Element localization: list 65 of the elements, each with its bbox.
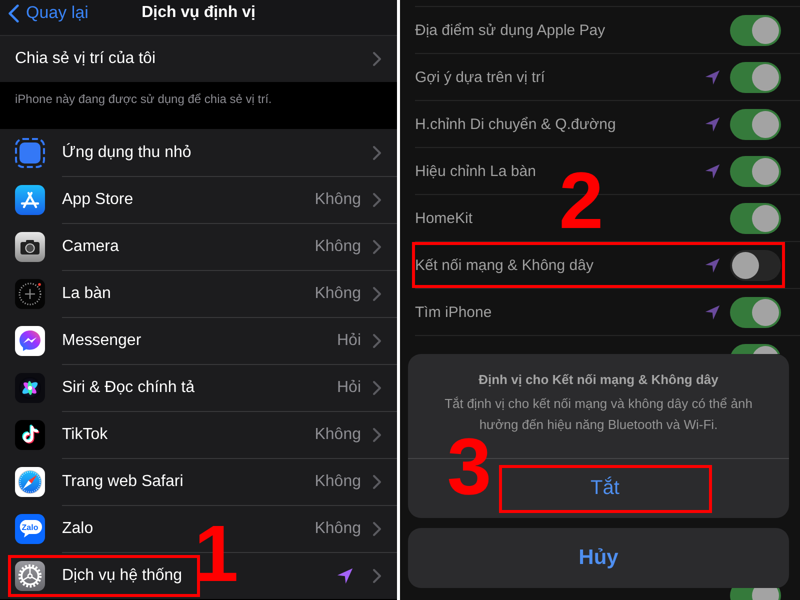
step-number: 3	[447, 438, 492, 496]
toggle-switch[interactable]	[730, 62, 781, 92]
row-label: H.chỉnh Di chuyển & Q.đường	[415, 116, 616, 132]
row-label: Địa điểm sử dụng Apple Pay	[415, 22, 606, 38]
dashed-square-icon	[15, 138, 45, 168]
step-number: 2	[559, 172, 604, 230]
permission-value: Không	[314, 284, 361, 302]
chevron-icon	[373, 146, 381, 160]
back-button[interactable]: Quay lại	[8, 3, 88, 23]
compass-needle-icon	[15, 466, 45, 496]
permission-value: Không	[314, 472, 361, 490]
toggle-switch[interactable]	[730, 202, 781, 234]
toggle-switch[interactable]	[730, 250, 781, 280]
toggle-switch[interactable]	[730, 14, 781, 46]
permission-value: Hỏi	[336, 332, 361, 350]
chevron-icon	[373, 380, 381, 394]
permission-value: Hỏi	[336, 378, 361, 396]
row-label: HomeKit	[415, 210, 473, 226]
chevron-icon	[8, 4, 19, 22]
chevron-icon	[373, 334, 381, 348]
chevron-icon	[373, 522, 381, 536]
orb-icon	[15, 372, 45, 402]
sheet-title: Định vị cho Kết nối mạng & Không dây	[478, 372, 718, 388]
chevron-icon	[373, 286, 381, 300]
row-label: Hiệu chỉnh La bàn	[415, 162, 536, 180]
chevron-icon	[373, 428, 381, 442]
permission-value: Không	[314, 426, 361, 444]
screen-title: Dịch vụ định vị	[142, 4, 256, 22]
row-label: Dịch vụ hệ thống	[62, 566, 182, 584]
camera-icon	[15, 232, 45, 262]
toggle-switch[interactable]	[730, 296, 781, 328]
row-label: Kết nối mạng & Không dây	[415, 256, 594, 274]
row-label: Ứng dụng thu nhỏ	[62, 144, 192, 162]
permission-value: Không	[314, 520, 361, 538]
row-label: La bàn	[62, 284, 111, 302]
chevron-icon	[373, 568, 381, 582]
gear-icon	[15, 560, 45, 590]
row-label: Siri & Đọc chính tả	[62, 378, 194, 396]
cancel-button[interactable]: Hủy	[408, 528, 789, 588]
chevron-icon	[373, 474, 381, 488]
chevron-icon	[373, 240, 381, 254]
chevron-icon	[373, 192, 381, 206]
letter-a-icon	[15, 184, 45, 214]
row-label: Chia sẻ vị trí của tôi	[15, 50, 156, 68]
logo-text: Zalo	[22, 522, 38, 532]
row-label: Messenger	[62, 332, 142, 350]
turn-off-button[interactable]: Tắt	[498, 464, 712, 512]
permission-value: Không	[314, 238, 361, 256]
lightning-bubble-icon	[15, 326, 45, 356]
footer-note: iPhone này đang được sử dụng để chia sẻ vị trí.	[15, 92, 272, 106]
compass-icon	[15, 278, 45, 308]
row-label: TikTok	[62, 426, 108, 444]
row-label: App Store	[62, 190, 134, 208]
permission-value: Không	[314, 190, 361, 208]
row-label: Trang web Safari	[62, 472, 184, 490]
sheet-message: Tắt định vị cho kết nối mạng và không dây có thể ảnh hưởng đến hiệu năng Bluetooth và Wi-Fi.	[444, 395, 754, 434]
music-note-icon	[15, 420, 45, 450]
step-number: 1	[194, 525, 238, 583]
chevron-icon	[373, 52, 381, 66]
row-label: Gợi ý dựa trên vị trí	[415, 68, 545, 86]
row-label: Tìm iPhone	[415, 304, 492, 320]
toggle-switch[interactable]	[730, 156, 781, 186]
row-label: Camera	[62, 238, 119, 256]
toggle-switch[interactable]	[730, 108, 781, 140]
row-label: Zalo	[62, 520, 94, 538]
